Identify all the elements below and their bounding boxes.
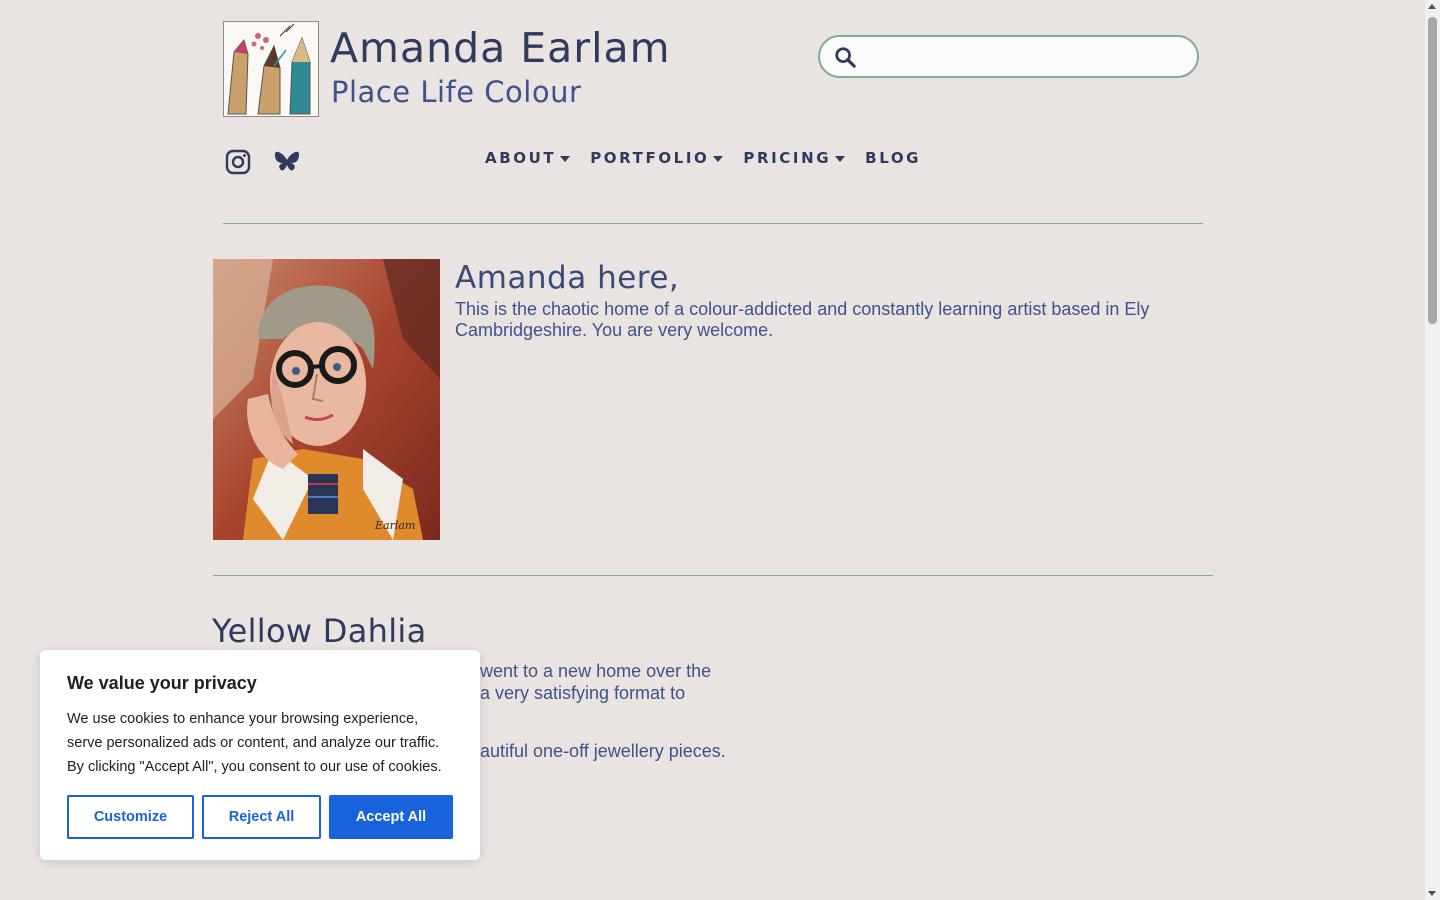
cookie-title: We value your privacy bbox=[67, 673, 257, 693]
post-text-line: a very satisfying format to bbox=[480, 683, 686, 703]
chevron-down-icon bbox=[713, 155, 724, 162]
post-title[interactable]: Yellow Dahlia bbox=[212, 612, 427, 650]
scroll-up-arrow-icon[interactable] bbox=[1428, 4, 1436, 9]
search-box[interactable] bbox=[818, 35, 1199, 78]
vertical-scrollbar[interactable] bbox=[1425, 0, 1440, 900]
chevron-down-icon bbox=[560, 155, 571, 162]
nav-item-about[interactable]: ABOUT bbox=[485, 149, 571, 167]
nav-item-label: PRICING bbox=[743, 149, 832, 167]
header-divider bbox=[223, 223, 1203, 224]
scroll-down-arrow-icon[interactable] bbox=[1428, 891, 1436, 896]
instagram-icon[interactable] bbox=[224, 148, 252, 176]
post-text-line: autiful one-off jewellery pieces. bbox=[480, 741, 726, 761]
cookie-text: We use cookies to enhance your browsing … bbox=[67, 711, 442, 775]
nav-item-pricing[interactable]: PRICING bbox=[743, 149, 846, 167]
bluesky-icon[interactable] bbox=[273, 148, 301, 176]
nav-item-blog[interactable]: BLOG bbox=[865, 149, 921, 167]
page: Amanda Earlam Place Life Colour ABOUT PO… bbox=[0, 0, 1425, 900]
svg-text:Earlam: Earlam bbox=[374, 519, 415, 532]
nav-item-portfolio[interactable]: PORTFOLIO bbox=[590, 149, 724, 167]
search-input[interactable] bbox=[866, 41, 1186, 72]
site-title[interactable]: Amanda Earlam bbox=[330, 24, 671, 72]
site-tagline: Place Life Colour bbox=[331, 75, 582, 109]
section-divider bbox=[213, 575, 1213, 576]
nav-item-label: ABOUT bbox=[485, 149, 557, 167]
search-icon[interactable] bbox=[834, 46, 856, 68]
cookie-consent-banner: We value your privacy We use cookies to … bbox=[40, 650, 480, 860]
site-logo[interactable] bbox=[223, 21, 319, 117]
nav-item-label: BLOG bbox=[865, 149, 922, 167]
reject-all-button[interactable]: Reject All bbox=[202, 795, 321, 839]
scrollbar-thumb[interactable] bbox=[1428, 17, 1437, 324]
accept-all-button[interactable]: Accept All bbox=[329, 795, 453, 839]
post-text-line: went to a new home over the bbox=[480, 661, 712, 681]
artist-portrait-image: Earlam bbox=[213, 259, 440, 540]
nav-item-label: PORTFOLIO bbox=[590, 149, 710, 167]
intro-text: This is the chaotic home of a colour-add… bbox=[455, 299, 1150, 340]
main-nav: ABOUT PORTFOLIO PRICING BLOG bbox=[485, 149, 941, 167]
intro-heading: Amanda here, bbox=[455, 260, 680, 296]
chevron-down-icon bbox=[835, 155, 846, 162]
customize-button[interactable]: Customize bbox=[67, 795, 194, 839]
